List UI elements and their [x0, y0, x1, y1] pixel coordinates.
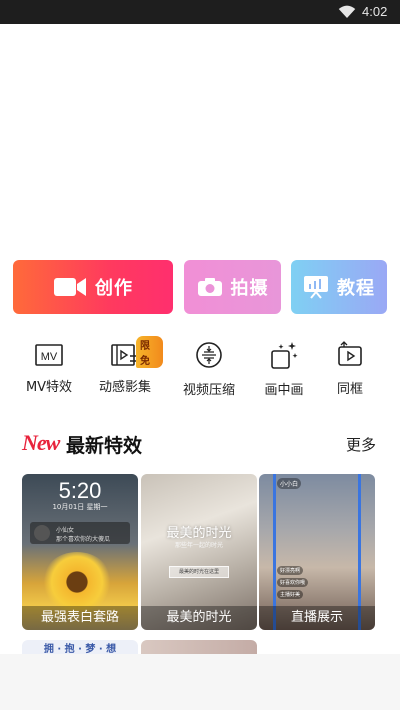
tool-same-frame[interactable]: 同框: [312, 336, 388, 402]
section-title: 最新特效: [66, 435, 143, 457]
tutorial-button[interactable]: 教程: [291, 260, 387, 314]
tool-label: 动感影集: [98, 380, 151, 395]
camera-icon: [197, 278, 222, 296]
new-logo: New: [22, 430, 60, 455]
wifi-icon: [338, 5, 356, 18]
card-overlay-title: 最美的时光: [166, 526, 232, 541]
create-label: 创作: [95, 278, 133, 299]
live-host-tag: 小小白: [277, 478, 302, 489]
presentation-icon: [304, 276, 328, 299]
sunflower-image: [42, 552, 112, 612]
card-lock-date: 10月01日 星期一: [52, 503, 108, 511]
tool-dynamic-album[interactable]: 限免 动感影集: [87, 336, 163, 402]
card-caption: 最强表白套路: [22, 606, 138, 630]
card-caption: 直播展示: [259, 606, 375, 630]
notification-sender: 小仙女: [56, 527, 75, 534]
tool-picture-in-picture[interactable]: 画中画: [246, 336, 322, 402]
compress-icon: [196, 342, 222, 368]
card-notification: 小仙女 那个喜欢你的大傻瓜: [30, 522, 130, 544]
picture-in-picture-icon: [271, 342, 298, 369]
status-bar: 4:02: [0, 0, 400, 24]
status-time: 4:02: [362, 4, 388, 19]
live-comment: 好漂亮啊: [277, 566, 304, 575]
avatar: [34, 525, 50, 541]
section-header: New 最新特效 更多: [0, 428, 400, 458]
card-overlay-box: 最美的时光在这里: [169, 566, 229, 578]
effect-card-confession[interactable]: 5:20 10月01日 星期一 小仙女 那个喜欢你的大傻瓜 最强表白套路: [22, 474, 138, 630]
tool-row: MV MV特效 限免 动感影集 视频压缩 画中画 同框: [0, 336, 400, 406]
live-comment: 主播好美: [277, 590, 304, 599]
card-overlay-title: 拥 · 抱 · 梦 · 想: [43, 644, 117, 655]
live-comment: 好喜欢你哦: [277, 578, 309, 587]
effect-card-best-time[interactable]: 最美的时光 那些年一起的时光 最美的时光在这里 最美的时光: [141, 474, 257, 630]
bottom-bar: [0, 654, 400, 710]
video-camera-icon: [54, 278, 86, 296]
create-button[interactable]: 创作: [13, 260, 173, 314]
shoot-label: 拍摄: [230, 278, 269, 299]
card-overlay-subtitle: 那些年一起的时光: [174, 542, 223, 549]
same-frame-icon: [338, 341, 362, 366]
tool-video-compress[interactable]: 视频压缩: [171, 336, 247, 402]
tool-label: 同框: [336, 382, 363, 397]
card-caption: 最美的时光: [141, 606, 257, 630]
tool-label: 画中画: [264, 383, 304, 398]
shoot-button[interactable]: 拍摄: [184, 260, 281, 314]
free-badge: 限免: [136, 336, 163, 368]
svg-text:MV: MV: [41, 351, 58, 363]
tool-label: MV特效: [25, 380, 73, 395]
tool-label: 视频压缩: [182, 383, 235, 398]
tool-mv-effect[interactable]: MV MV特效: [11, 336, 87, 402]
card-lock-time: 5:20: [58, 478, 102, 503]
banner-area: [0, 24, 400, 256]
mv-icon: MV: [35, 344, 63, 366]
effect-card-live-show[interactable]: 小小白 好漂亮啊 好喜欢你哦 主播好美 直播展示: [259, 474, 375, 630]
notification-text: 那个喜欢你的大傻瓜: [56, 536, 111, 543]
more-link[interactable]: 更多: [346, 434, 376, 455]
tutorial-label: 教程: [337, 278, 375, 299]
